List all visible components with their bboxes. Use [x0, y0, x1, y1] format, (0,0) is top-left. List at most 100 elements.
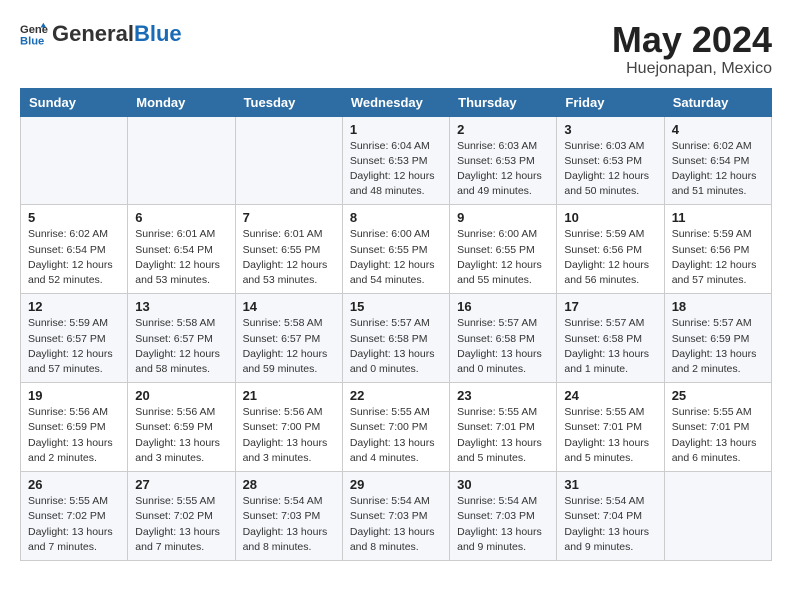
month-title: May 2024 [612, 20, 772, 60]
table-row: 25 Sunrise: 5:55 AM Sunset: 7:01 PM Dayli… [664, 383, 771, 472]
day-detail: Sunrise: 5:57 AM Sunset: 6:58 PM Dayligh… [350, 316, 442, 377]
day-number: 25 [672, 388, 764, 403]
day-detail: Sunrise: 6:01 AM Sunset: 6:55 PM Dayligh… [243, 227, 335, 288]
table-row: 23 Sunrise: 5:55 AM Sunset: 7:01 PM Dayli… [450, 383, 557, 472]
day-number: 11 [672, 210, 764, 225]
day-number: 6 [135, 210, 227, 225]
logo: General Blue GeneralBlue [20, 20, 182, 48]
table-row [21, 116, 128, 205]
calendar-week-row: 12Sunrise: 5:59 AM Sunset: 6:57 PM Dayli… [21, 294, 772, 383]
day-number: 7 [243, 210, 335, 225]
col-friday: Friday [557, 88, 664, 116]
calendar-week-row: 26 Sunrise: 5:55 AM Sunset: 7:02 PM Dayli… [21, 472, 772, 561]
day-detail: Sunrise: 5:54 AM Sunset: 7:03 PM Dayligh… [457, 494, 549, 555]
day-number: 31 [564, 477, 656, 492]
calendar-table: Sunday Monday Tuesday Wednesday Thursday… [20, 88, 772, 561]
location-subtitle: Huejonapan, Mexico [612, 60, 772, 78]
day-detail: Sunrise: 5:55 AM Sunset: 7:01 PM Dayligh… [672, 405, 764, 466]
day-number: 1 [350, 122, 442, 137]
table-row: 18 Sunrise: 5:57 AM Sunset: 6:59 PM Dayli… [664, 294, 771, 383]
day-number: 21 [243, 388, 335, 403]
day-number: 19 [28, 388, 120, 403]
day-detail: Sunrise: 5:59 AM Sunset: 6:57 PM Dayligh… [28, 316, 120, 377]
day-number: 26 [28, 477, 120, 492]
day-number: 16 [457, 299, 549, 314]
day-detail: Sunrise: 6:01 AM Sunset: 6:54 PM Dayligh… [135, 227, 227, 288]
table-row [128, 116, 235, 205]
table-row: 19 Sunrise: 5:56 AM Sunset: 6:59 PM Dayli… [21, 383, 128, 472]
day-number: 18 [672, 299, 764, 314]
col-tuesday: Tuesday [235, 88, 342, 116]
day-detail: Sunrise: 5:56 AM Sunset: 6:59 PM Dayligh… [28, 405, 120, 466]
table-row: 3Sunrise: 6:03 AM Sunset: 6:53 PM Daylig… [557, 116, 664, 205]
day-detail: Sunrise: 5:56 AM Sunset: 6:59 PM Dayligh… [135, 405, 227, 466]
day-detail: Sunrise: 5:56 AM Sunset: 7:00 PM Dayligh… [243, 405, 335, 466]
day-detail: Sunrise: 5:57 AM Sunset: 6:58 PM Dayligh… [457, 316, 549, 377]
day-detail: Sunrise: 5:55 AM Sunset: 7:00 PM Dayligh… [350, 405, 442, 466]
day-detail: Sunrise: 5:55 AM Sunset: 7:02 PM Dayligh… [28, 494, 120, 555]
col-wednesday: Wednesday [342, 88, 449, 116]
day-detail: Sunrise: 6:00 AM Sunset: 6:55 PM Dayligh… [457, 227, 549, 288]
calendar-week-row: 19 Sunrise: 5:56 AM Sunset: 6:59 PM Dayli… [21, 383, 772, 472]
table-row: 30 Sunrise: 5:54 AM Sunset: 7:03 PM Dayli… [450, 472, 557, 561]
table-row [664, 472, 771, 561]
logo-blue-text: Blue [134, 21, 182, 46]
table-row: 27 Sunrise: 5:55 AM Sunset: 7:02 PM Dayli… [128, 472, 235, 561]
table-row: 16 Sunrise: 5:57 AM Sunset: 6:58 PM Dayli… [450, 294, 557, 383]
col-saturday: Saturday [664, 88, 771, 116]
day-number: 27 [135, 477, 227, 492]
day-number: 5 [28, 210, 120, 225]
day-detail: Sunrise: 5:55 AM Sunset: 7:01 PM Dayligh… [457, 405, 549, 466]
table-row: 4 Sunrise: 6:02 AM Sunset: 6:54 PM Daylig… [664, 116, 771, 205]
day-number: 15 [350, 299, 442, 314]
day-detail: Sunrise: 6:03 AM Sunset: 6:53 PM Dayligh… [457, 139, 549, 200]
day-number: 2 [457, 122, 549, 137]
day-number: 24 [564, 388, 656, 403]
table-row: 21 Sunrise: 5:56 AM Sunset: 7:00 PM Dayli… [235, 383, 342, 472]
table-row: 10Sunrise: 5:59 AM Sunset: 6:56 PM Dayli… [557, 205, 664, 294]
day-detail: Sunrise: 6:02 AM Sunset: 6:54 PM Dayligh… [672, 139, 764, 200]
table-row: 12Sunrise: 5:59 AM Sunset: 6:57 PM Dayli… [21, 294, 128, 383]
day-detail: Sunrise: 6:03 AM Sunset: 6:53 PM Dayligh… [564, 139, 656, 200]
table-row: 15 Sunrise: 5:57 AM Sunset: 6:58 PM Dayli… [342, 294, 449, 383]
logo-icon: General Blue [20, 20, 48, 48]
table-row: 29Sunrise: 5:54 AM Sunset: 7:03 PM Dayli… [342, 472, 449, 561]
day-number: 9 [457, 210, 549, 225]
table-row: 17Sunrise: 5:57 AM Sunset: 6:58 PM Dayli… [557, 294, 664, 383]
day-detail: Sunrise: 5:57 AM Sunset: 6:59 PM Dayligh… [672, 316, 764, 377]
table-row: 1 Sunrise: 6:04 AM Sunset: 6:53 PM Daylig… [342, 116, 449, 205]
day-number: 29 [350, 477, 442, 492]
day-detail: Sunrise: 5:58 AM Sunset: 6:57 PM Dayligh… [135, 316, 227, 377]
day-number: 8 [350, 210, 442, 225]
table-row: 6 Sunrise: 6:01 AM Sunset: 6:54 PM Daylig… [128, 205, 235, 294]
col-sunday: Sunday [21, 88, 128, 116]
table-row: 14 Sunrise: 5:58 AM Sunset: 6:57 PM Dayli… [235, 294, 342, 383]
day-detail: Sunrise: 5:59 AM Sunset: 6:56 PM Dayligh… [564, 227, 656, 288]
logo-general-text: General [52, 21, 134, 46]
table-row: 8 Sunrise: 6:00 AM Sunset: 6:55 PM Daylig… [342, 205, 449, 294]
svg-text:Blue: Blue [20, 35, 44, 47]
day-number: 23 [457, 388, 549, 403]
day-detail: Sunrise: 5:54 AM Sunset: 7:03 PM Dayligh… [243, 494, 335, 555]
day-number: 20 [135, 388, 227, 403]
day-detail: Sunrise: 5:58 AM Sunset: 6:57 PM Dayligh… [243, 316, 335, 377]
day-number: 13 [135, 299, 227, 314]
day-number: 28 [243, 477, 335, 492]
day-detail: Sunrise: 6:04 AM Sunset: 6:53 PM Dayligh… [350, 139, 442, 200]
day-detail: Sunrise: 6:02 AM Sunset: 6:54 PM Dayligh… [28, 227, 120, 288]
table-row: 7 Sunrise: 6:01 AM Sunset: 6:55 PM Daylig… [235, 205, 342, 294]
table-row: 9 Sunrise: 6:00 AM Sunset: 6:55 PM Daylig… [450, 205, 557, 294]
day-detail: Sunrise: 5:54 AM Sunset: 7:04 PM Dayligh… [564, 494, 656, 555]
table-row: 22Sunrise: 5:55 AM Sunset: 7:00 PM Dayli… [342, 383, 449, 472]
day-number: 14 [243, 299, 335, 314]
table-row: 13 Sunrise: 5:58 AM Sunset: 6:57 PM Dayli… [128, 294, 235, 383]
day-detail: Sunrise: 5:55 AM Sunset: 7:02 PM Dayligh… [135, 494, 227, 555]
day-detail: Sunrise: 5:59 AM Sunset: 6:56 PM Dayligh… [672, 227, 764, 288]
day-number: 4 [672, 122, 764, 137]
day-detail: Sunrise: 6:00 AM Sunset: 6:55 PM Dayligh… [350, 227, 442, 288]
day-number: 17 [564, 299, 656, 314]
col-thursday: Thursday [450, 88, 557, 116]
table-row: 2 Sunrise: 6:03 AM Sunset: 6:53 PM Daylig… [450, 116, 557, 205]
day-number: 30 [457, 477, 549, 492]
calendar-header-row: Sunday Monday Tuesday Wednesday Thursday… [21, 88, 772, 116]
